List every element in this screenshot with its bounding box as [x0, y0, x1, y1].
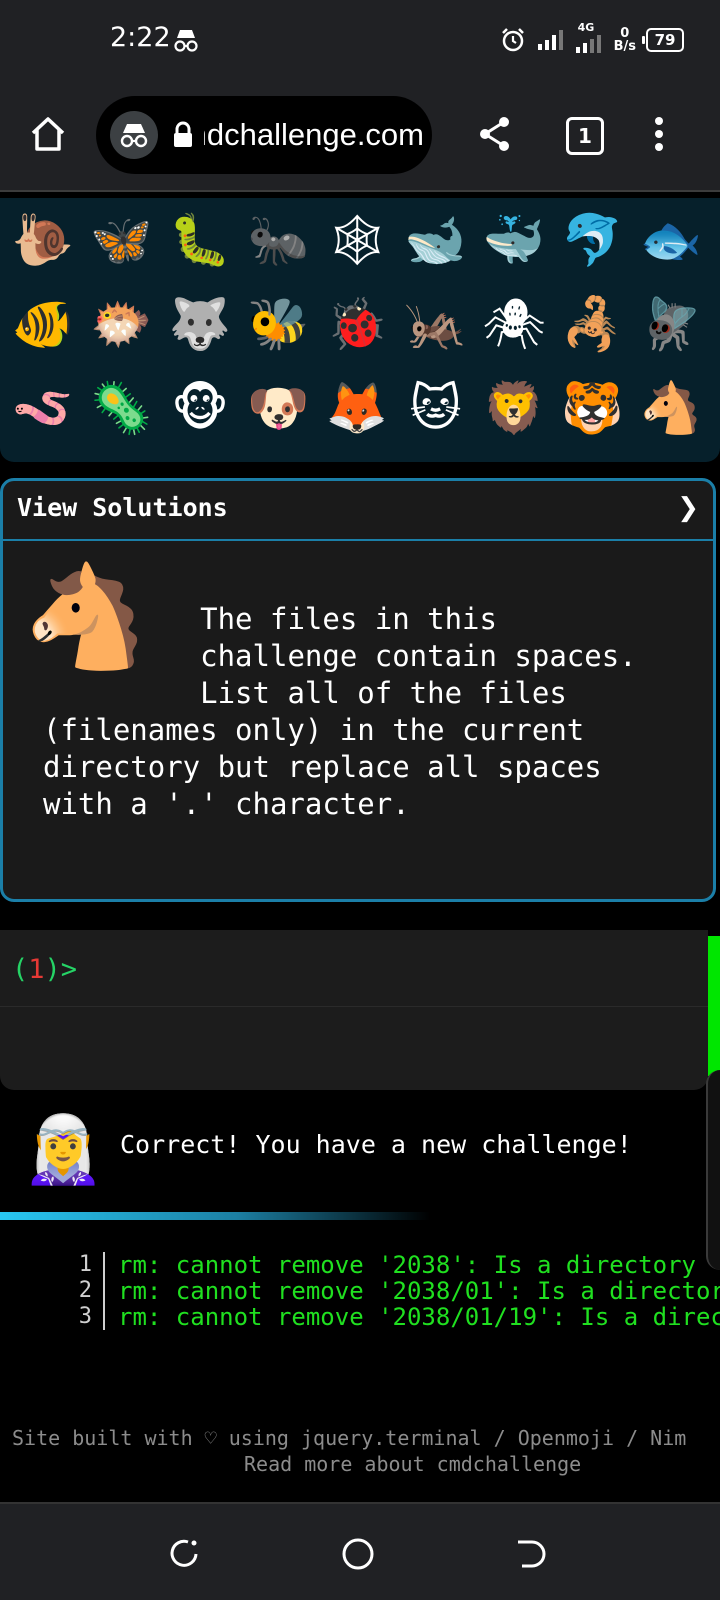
worm-icon[interactable]: 🪱	[8, 373, 78, 443]
tropical-fish-icon[interactable]: 🐠	[8, 289, 78, 359]
solutions-title[interactable]: View Solutions	[17, 493, 228, 522]
lion-icon[interactable]: 🦁	[479, 373, 549, 443]
dog-icon[interactable]: 🐶	[244, 373, 314, 443]
whale-icon[interactable]: 🐋	[401, 205, 471, 275]
microbe-icon[interactable]: 🦠	[87, 373, 157, 443]
browser-toolbar: cmdchallenge.com 1	[0, 80, 720, 192]
chevron-right-icon[interactable]: ❯	[677, 493, 699, 523]
dolphin-icon[interactable]: 🐬	[558, 205, 628, 275]
home-nav-icon[interactable]	[338, 1534, 378, 1574]
signal-4g-icon: 4G	[574, 21, 604, 55]
monkey-icon[interactable]: 🐵	[165, 373, 235, 443]
tab-switcher-button[interactable]: 1	[566, 117, 604, 155]
incognito-badge	[110, 111, 158, 159]
blowfish-icon[interactable]: 🐡	[87, 289, 157, 359]
line-separator	[103, 1278, 105, 1304]
scrollbar[interactable]	[706, 1070, 720, 1270]
wolf-icon[interactable]: 🐺	[165, 289, 235, 359]
animal-challenge-grid: 🐌 🦋 🐛 🐜 🕸 🐋 🐳 🐬 🐟 🐠 🐡 🐺 🐝 🐞 🦗 🕷 🦂 🪰 🪱 🦠 🐵 🐶 🦊 🐱 🦁 🐯 🐴	[0, 198, 720, 462]
fly-icon[interactable]: 🪰	[636, 289, 706, 359]
line-number: 3	[78, 1304, 92, 1329]
incognito-icon	[120, 124, 148, 148]
prompt-number: 1	[28, 954, 45, 985]
cat-icon[interactable]: 🐱	[401, 373, 471, 443]
progress-divider	[0, 1212, 430, 1220]
line-separator	[103, 1304, 105, 1330]
url-text[interactable]: cmdchallenge.com	[204, 114, 424, 156]
terminal-status-bar	[708, 936, 720, 1076]
lock-icon[interactable]	[172, 121, 194, 149]
signal-icon	[537, 30, 563, 50]
alarm-icon	[501, 28, 524, 52]
tiger-icon[interactable]: 🐯	[558, 373, 628, 443]
net-speed: 0 B/s	[614, 27, 636, 53]
line-number: 2	[78, 1278, 92, 1303]
ant-icon[interactable]: 🐜	[244, 205, 314, 275]
home-icon[interactable]	[28, 114, 68, 154]
butterfly-icon[interactable]: 🦋	[87, 205, 157, 275]
line-separator	[103, 1252, 105, 1278]
output-text: rm: cannot remove '2038': Is a directory	[118, 1252, 696, 1279]
share-icon[interactable]	[478, 116, 512, 152]
terminal[interactable]: (1)>	[0, 930, 708, 1090]
caterpillar-icon[interactable]: 🐛	[165, 205, 235, 275]
prompt-close: )>	[44, 954, 78, 985]
spider-web-icon[interactable]: 🕸	[322, 205, 392, 275]
status-bar: 2:22 4G 0 B/s 79	[0, 0, 720, 80]
elf-icon: 🧝‍♀️	[22, 1111, 105, 1188]
cricket-icon[interactable]: 🦗	[401, 289, 471, 359]
terminal-input-line[interactable]: (1)>	[0, 930, 708, 1007]
output-text: rm: cannot remove '2038/01/19': Is a dir…	[118, 1303, 720, 1331]
recent-apps-icon[interactable]	[164, 1534, 204, 1574]
battery-indicator: 79	[642, 28, 684, 52]
incognito-icon	[174, 30, 198, 52]
solutions-panel: View Solutions ❯ 🐴 The files in this cha…	[0, 478, 716, 902]
ladybug-icon[interactable]: 🐞	[322, 289, 392, 359]
output-line: 3 rm: cannot remove '2038/01/19': Is a d…	[0, 1304, 720, 1330]
challenge-description: The files in this challenge contain spac…	[43, 602, 637, 821]
prompt-open: (	[12, 954, 29, 985]
status-icons: 4G 0 B/s 79	[500, 21, 684, 58]
result-message: Correct! You have a new challenge!	[120, 1130, 632, 1159]
scorpion-icon[interactable]: 🦂	[558, 289, 628, 359]
footer-credits[interactable]: Site built with ♡ using jquery.terminal …	[12, 1426, 720, 1450]
system-nav-bar	[0, 1504, 720, 1600]
line-number: 1	[78, 1252, 92, 1277]
terminal-prompt: (1)>	[12, 954, 77, 985]
status-time: 2:22	[110, 22, 171, 53]
output-line: 1 rm: cannot remove '2038': Is a directo…	[0, 1252, 720, 1278]
fox-icon[interactable]: 🦊	[322, 373, 392, 443]
footer-read-more-link[interactable]: Read more about cmdchallenge	[244, 1452, 581, 1476]
spider-icon[interactable]: 🕷	[479, 289, 549, 359]
back-icon[interactable]	[510, 1534, 550, 1574]
snail-icon[interactable]: 🐌	[8, 205, 78, 275]
command-output: 1 rm: cannot remove '2038': Is a directo…	[0, 1252, 720, 1342]
horse-icon[interactable]: 🐴	[636, 373, 706, 443]
output-line: 2 rm: cannot remove '2038/01': Is a dire…	[0, 1278, 720, 1304]
net-speed-unit: B/s	[613, 39, 636, 54]
spouting-whale-icon[interactable]: 🐳	[479, 205, 549, 275]
address-bar[interactable]: cmdchallenge.com	[96, 96, 432, 174]
more-options-icon[interactable]	[654, 116, 664, 152]
bee-icon[interactable]: 🐝	[244, 289, 314, 359]
fish-icon[interactable]: 🐟	[636, 205, 706, 275]
output-text: rm: cannot remove '2038/01': Is a direct…	[118, 1277, 720, 1305]
solutions-header[interactable]: View Solutions ❯	[3, 481, 713, 541]
